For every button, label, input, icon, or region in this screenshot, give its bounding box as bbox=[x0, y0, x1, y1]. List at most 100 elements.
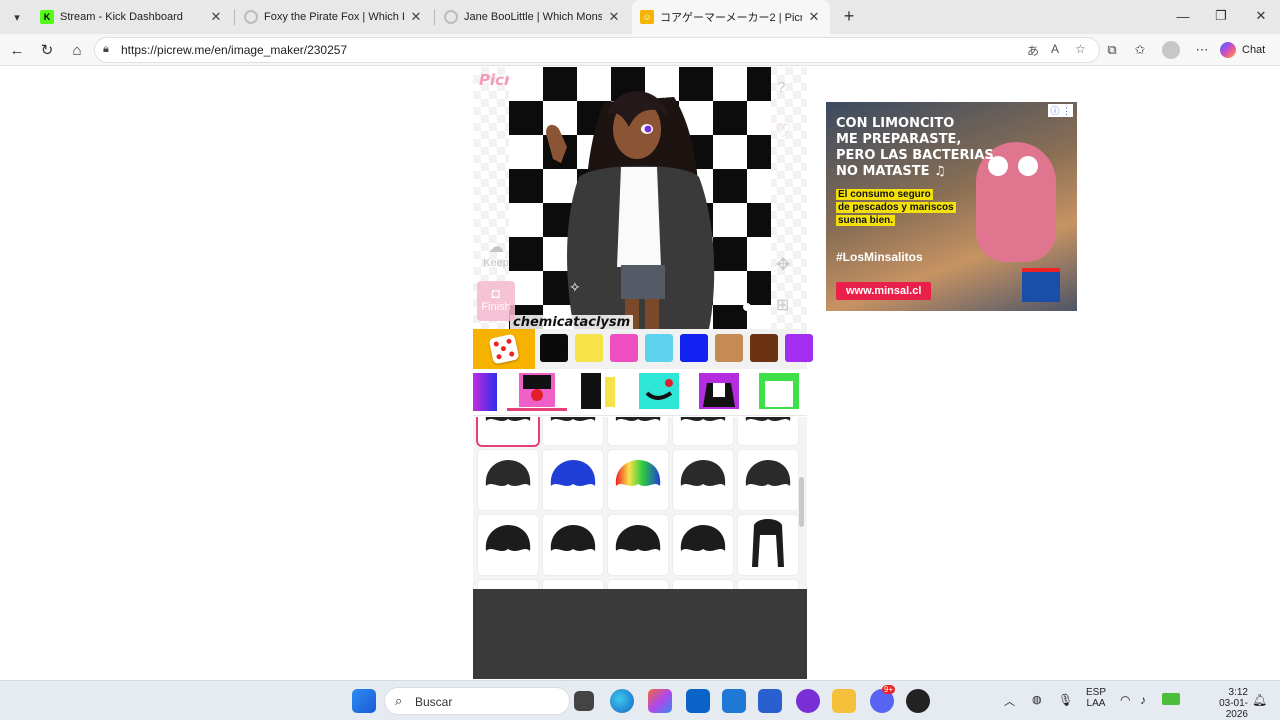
camera-icon: ◘ bbox=[491, 285, 501, 301]
language-indicator[interactable]: ESP LAA bbox=[1086, 687, 1106, 709]
back-arrow-icon[interactable]: ← bbox=[6, 39, 28, 61]
microphone-icon[interactable]: 🎙︎ bbox=[1058, 693, 1073, 707]
color-swatch[interactable] bbox=[645, 334, 673, 362]
part-tab-top[interactable] bbox=[759, 373, 799, 411]
close-window-button[interactable]: ✕ bbox=[1238, 0, 1280, 32]
part-tab-eyes[interactable] bbox=[639, 373, 679, 411]
maker-canvas-area: Picrew ✦ + ✧ chemicataclysm ? ♡ ✥ ⊞ ☁ Ke… bbox=[473, 67, 807, 329]
outlook-icon[interactable] bbox=[686, 689, 710, 713]
battery-icon[interactable] bbox=[1162, 693, 1180, 705]
new-tab-button[interactable]: + bbox=[838, 5, 860, 27]
store-icon[interactable] bbox=[722, 689, 746, 713]
tab-actions-chevron-icon[interactable]: ▾ bbox=[6, 6, 28, 28]
tab-close-icon[interactable]: ✕ bbox=[408, 9, 424, 25]
hair-option[interactable] bbox=[543, 450, 603, 510]
hair-option[interactable] bbox=[478, 417, 538, 445]
hair-option[interactable] bbox=[543, 515, 603, 575]
tab-close-icon[interactable]: ✕ bbox=[606, 9, 622, 25]
editor-app-icon[interactable] bbox=[758, 689, 782, 713]
items-scrollbar[interactable] bbox=[799, 477, 804, 527]
notifications-bell-icon[interactable]: 🔔︎ bbox=[1252, 693, 1267, 707]
wifi-icon[interactable]: ◠ bbox=[1120, 693, 1130, 707]
copilot-chat-button[interactable]: Chat bbox=[1220, 39, 1265, 61]
move-arrows-icon[interactable]: ✥ bbox=[776, 255, 790, 275]
hair-option[interactable] bbox=[478, 450, 538, 510]
part-tab-bangs[interactable] bbox=[579, 373, 619, 411]
favorites-icon[interactable]: ✩ bbox=[1130, 40, 1150, 60]
home-icon[interactable]: ⌂ bbox=[66, 39, 88, 61]
chat-label: Chat bbox=[1242, 44, 1266, 56]
color-swatch[interactable] bbox=[610, 334, 638, 362]
color-swatch[interactable] bbox=[540, 334, 568, 362]
layout-grid-icon[interactable]: ⊞ bbox=[776, 295, 789, 315]
color-swatch[interactable] bbox=[750, 334, 778, 362]
ad-info-icon[interactable]: ⓘ ⋮ bbox=[1048, 104, 1073, 117]
color-swatch[interactable] bbox=[680, 334, 708, 362]
hair-option[interactable] bbox=[738, 515, 798, 575]
tab-title: Stream - Kick Dashboard bbox=[60, 11, 183, 23]
taskbar-search[interactable]: ⌕ Buscar bbox=[384, 687, 570, 715]
edge-browser-icon[interactable] bbox=[610, 689, 634, 713]
tab-picrew[interactable]: ☺ コアゲーマーメーカー2 | Picrew - The Ch ✕ bbox=[632, 0, 830, 34]
randomize-button[interactable] bbox=[473, 329, 535, 369]
obs-icon[interactable] bbox=[906, 689, 930, 713]
refresh-icon[interactable]: ↻ bbox=[36, 39, 58, 61]
start-windows-icon[interactable] bbox=[352, 689, 376, 713]
finish-button[interactable]: ◘ Finish bbox=[477, 281, 515, 321]
hair-option[interactable] bbox=[608, 580, 668, 589]
tab-close-icon[interactable]: ✕ bbox=[208, 9, 224, 25]
part-tab-hair-selected[interactable] bbox=[507, 373, 567, 411]
hair-option[interactable] bbox=[608, 515, 668, 575]
opera-icon[interactable] bbox=[796, 689, 820, 713]
tray-chevron-icon[interactable]: ︿ bbox=[1004, 693, 1015, 709]
tab-close-icon[interactable]: ✕ bbox=[806, 9, 822, 25]
browser-tab-bar: ▾ K Stream - Kick Dashboard ✕ Foxy the P… bbox=[0, 0, 1280, 34]
advertisement-banner[interactable]: CON LIMONCITO ME PREPARASTE, PERO LAS BA… bbox=[826, 102, 1077, 311]
hair-option[interactable] bbox=[608, 417, 668, 445]
tab-foxy[interactable]: Foxy the Pirate Fox | Which FNaF c ✕ bbox=[236, 0, 432, 34]
color-swatch[interactable] bbox=[785, 334, 813, 362]
hair-option[interactable] bbox=[543, 417, 603, 445]
read-aloud-icon[interactable]: A bbox=[1051, 42, 1059, 56]
hair-option[interactable] bbox=[673, 515, 733, 575]
notification-badge: 9+ bbox=[882, 685, 896, 694]
hair-option[interactable] bbox=[543, 580, 603, 589]
clock[interactable]: 3:12 03-01-2026 bbox=[1202, 687, 1248, 720]
more-options-icon[interactable]: ⋯ bbox=[1192, 40, 1212, 60]
profile-avatar-icon[interactable] bbox=[1162, 41, 1180, 59]
dice-icon bbox=[488, 333, 520, 365]
extensions-icon[interactable]: ⧉ bbox=[1102, 40, 1122, 60]
copilot-app-icon[interactable] bbox=[648, 689, 672, 713]
tab-jane-boolittle[interactable]: Jane BooLittle | Which Monster Hi ✕ bbox=[436, 0, 630, 34]
translate-icon[interactable]: あ bbox=[1027, 42, 1039, 59]
hair-option[interactable] bbox=[738, 450, 798, 510]
browser-toolbar: ← ↻ ⌂ 🔒︎ https://picrew.me/en/image_make… bbox=[0, 34, 1280, 66]
ad-site-link[interactable]: www.minsal.cl bbox=[836, 282, 932, 300]
help-icon[interactable]: ? bbox=[777, 79, 785, 96]
favorite-star-icon[interactable]: ☆ bbox=[1075, 42, 1086, 56]
task-view-icon[interactable] bbox=[574, 691, 594, 711]
volume-icon[interactable]: ♪ bbox=[1140, 693, 1146, 707]
hair-option[interactable] bbox=[673, 417, 733, 445]
url-text[interactable]: https://picrew.me/en/image_maker/230257 bbox=[121, 43, 347, 57]
hair-option[interactable] bbox=[673, 580, 733, 589]
tray-app-icon[interactable]: ◍ bbox=[1032, 693, 1042, 706]
file-explorer-icon[interactable] bbox=[832, 689, 856, 713]
discord-icon[interactable]: 9+ bbox=[870, 685, 896, 713]
hair-option[interactable] bbox=[673, 450, 733, 510]
color-swatch[interactable] bbox=[715, 334, 743, 362]
part-tab-outfit[interactable] bbox=[699, 373, 739, 411]
hair-option[interactable] bbox=[738, 417, 798, 445]
hair-option[interactable] bbox=[608, 450, 668, 510]
address-bar[interactable]: 🔒︎ https://picrew.me/en/image_maker/2302… bbox=[94, 37, 1100, 63]
part-tab-face[interactable] bbox=[473, 373, 497, 411]
site-info-icon[interactable]: 🔒︎ bbox=[103, 43, 109, 56]
tab-kick-dashboard[interactable]: K Stream - Kick Dashboard ✕ bbox=[32, 0, 232, 34]
hair-option[interactable] bbox=[478, 515, 538, 575]
keep-button[interactable]: ☁ Keep bbox=[479, 237, 513, 269]
heart-icon[interactable]: ♡ bbox=[775, 121, 791, 142]
hair-option[interactable] bbox=[478, 580, 538, 589]
artist-signature: chemicataclysm bbox=[510, 315, 634, 329]
color-swatch[interactable] bbox=[575, 334, 603, 362]
hair-option[interactable] bbox=[738, 580, 798, 589]
